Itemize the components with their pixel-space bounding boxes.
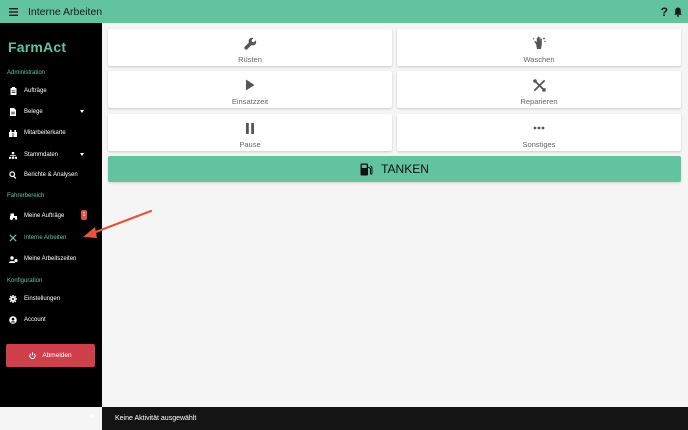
tile-waschen[interactable]: Waschen — [397, 29, 681, 66]
collapse-sidebar-button[interactable] — [87, 411, 95, 421]
tanken-label: TANKEN — [381, 162, 429, 176]
brand-logo: FarmAct — [8, 39, 67, 55]
user-clock-icon — [8, 254, 18, 264]
more-icon — [533, 121, 545, 135]
sidebar-item-label: Mitarbeiterkarte — [24, 130, 66, 136]
tractor-icon — [8, 211, 18, 221]
map-icon — [8, 128, 18, 138]
search-icon — [8, 170, 18, 180]
page-title: Interne Arbeiten — [28, 5, 103, 18]
sidebar-item-meine-arbeitszeiten[interactable]: Meine Arbeitszeiten — [0, 250, 102, 268]
sidebar-item-account[interactable]: Account — [0, 311, 102, 329]
tools-icon — [8, 233, 18, 243]
section-administration: Administration — [7, 70, 46, 76]
section-konfiguration: Konfiguration — [7, 278, 43, 284]
tools-icon — [532, 78, 546, 92]
wash-hand-icon — [532, 36, 547, 50]
tile-label: Reparieren — [520, 97, 558, 106]
tile-label: Rüsten — [238, 55, 262, 64]
power-icon — [29, 352, 36, 359]
logout-button[interactable]: Abmelden — [6, 344, 95, 367]
sidebar-item-berichte[interactable]: Berichte & Analysen — [0, 166, 102, 184]
sidebar-item-stammdaten[interactable]: Stammdaten — [0, 146, 102, 164]
notification-badge: 1 — [81, 210, 87, 220]
chevron-left-icon — [89, 413, 93, 419]
sidebar-item-label: Aufträge — [24, 88, 47, 94]
tile-label: Pause — [239, 140, 261, 149]
account-icon — [8, 315, 18, 325]
document-icon — [8, 107, 18, 117]
wrench-icon — [243, 36, 257, 50]
help-button[interactable]: ? — [661, 5, 668, 19]
bell-icon[interactable] — [674, 7, 682, 17]
play-icon — [245, 78, 255, 92]
sidebar-item-label: Meine Aufträge — [24, 213, 65, 219]
tile-reparieren[interactable]: Reparieren — [397, 71, 681, 108]
clipboard-icon — [8, 86, 18, 96]
logout-label: Abmelden — [42, 352, 72, 359]
tile-sonstiges[interactable]: Sonstiges — [397, 114, 681, 151]
sidebar-item-belege[interactable]: Belege — [0, 103, 102, 121]
menu-button[interactable] — [0, 0, 26, 23]
sidebar-item-interne-arbeiten[interactable]: Interne Arbeiten — [0, 229, 102, 247]
hierarchy-icon — [8, 150, 18, 160]
chevron-down-icon — [80, 153, 84, 156]
sidebar-item-auftraege[interactable]: Aufträge — [0, 82, 102, 100]
tile-einsatzzeit[interactable]: Einsatzzeit — [108, 71, 392, 108]
section-fahrerbereich: Fahrerbereich — [7, 193, 45, 199]
pause-icon — [246, 121, 254, 135]
sidebar-item-mitarbeiterkarte[interactable]: Mitarbeiterkarte — [0, 124, 102, 142]
sidebar-item-label: Stammdaten — [24, 152, 59, 158]
sidebar-item-label: Interne Arbeiten — [24, 235, 67, 241]
sidebar-item-label: Belege — [24, 109, 43, 115]
tile-ruesten[interactable]: Rüsten — [108, 29, 392, 66]
status-text: Keine Aktivität ausgewählt — [115, 415, 197, 422]
sidebar-item-einstellungen[interactable]: Einstellungen — [0, 290, 102, 308]
gear-icon — [8, 294, 18, 304]
sidebar-item-label: Meine Arbeitszeiten — [24, 256, 77, 262]
sidebar-item-label: Account — [24, 317, 46, 323]
sidebar-item-meine-auftraege[interactable]: Meine Aufträge 1 — [0, 207, 102, 225]
tile-label: Waschen — [523, 55, 555, 64]
status-bar: Keine Aktivität ausgewählt — [102, 407, 688, 430]
tanken-button[interactable]: TANKEN — [108, 156, 681, 182]
top-bar: Interne Arbeiten ? — [0, 0, 688, 23]
chevron-down-icon — [80, 110, 84, 113]
tile-label: Sonstiges — [522, 140, 556, 149]
fuel-icon — [360, 163, 373, 175]
hamburger-icon — [8, 7, 18, 16]
sidebar-item-label: Einstellungen — [24, 296, 61, 302]
tile-label: Einsatzzeit — [231, 97, 269, 106]
sidebar: FarmAct Administration Aufträge Belege M… — [0, 23, 102, 419]
sidebar-item-label: Berichte & Analysen — [24, 172, 78, 178]
tile-pause[interactable]: Pause — [108, 114, 392, 151]
